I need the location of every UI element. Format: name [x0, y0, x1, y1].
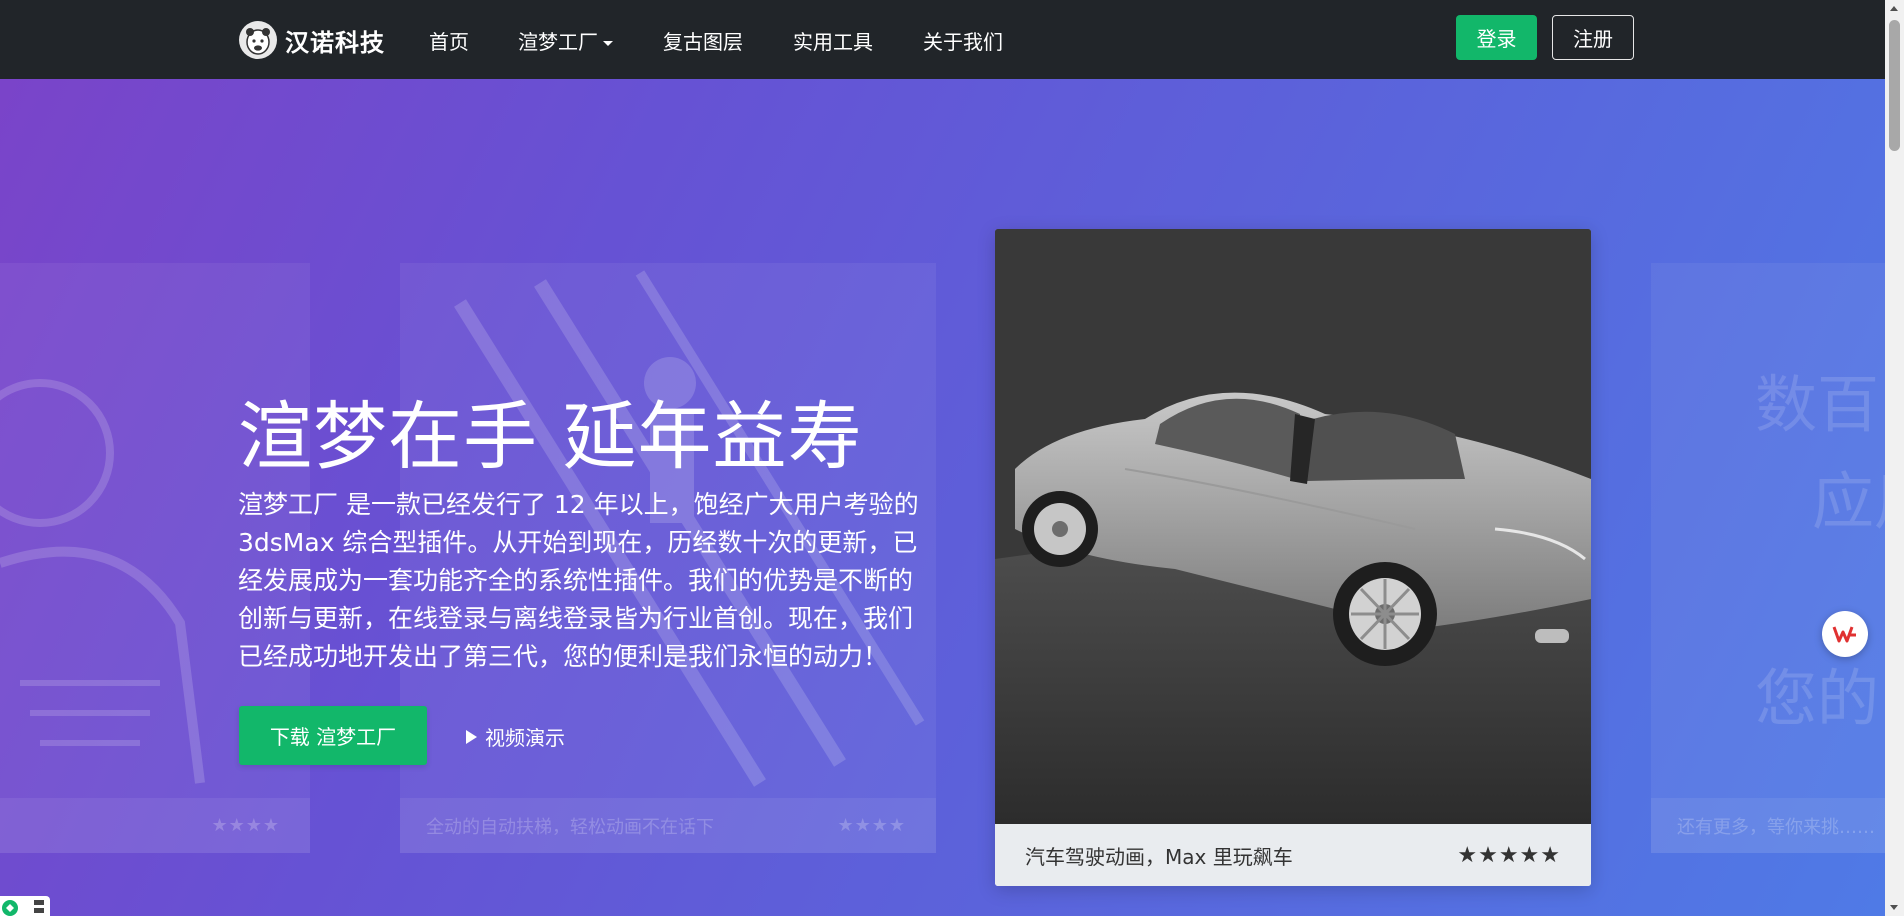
showcase-card[interactable]: 汽车驾驶动画，Max 里玩飙车 ★★★★★ [995, 229, 1591, 886]
background-card-left-caption: ★★★★ [0, 798, 310, 853]
background-card-middle-caption-text: 全动的自动扶梯，轻松动画不在话下 [426, 816, 714, 838]
showcase-caption: 汽车驾驶动画，Max 里玩飙车 [1025, 844, 1293, 869]
background-card-right-caption: 还有更多，等你来挑…… [1651, 798, 1885, 853]
caret-down-icon [603, 41, 613, 46]
nav-link-render-factory[interactable]: 渲梦工厂 [518, 26, 613, 55]
corner-widget[interactable] [0, 896, 50, 916]
hero-title: 渲梦在手 延年益寿 [238, 394, 863, 480]
brand-logo-icon [239, 21, 277, 59]
register-button[interactable]: 注册 [1552, 15, 1634, 60]
background-card-right-text-1: 数百 [1755, 368, 1880, 441]
background-card-right [1651, 263, 1885, 853]
car-render-image [995, 229, 1591, 824]
hero-section: ★★★★ 全动的自动扶梯，轻松动画不在话下 ★★★★ 数百 应用 您的 还有更多… [0, 79, 1885, 916]
wps-logo-icon [1832, 626, 1856, 643]
showcase-footer: 汽车驾驶动画，Max 里玩飙车 ★★★★★ [995, 824, 1591, 886]
corner-widget-icon [2, 900, 44, 916]
showcase-image [995, 229, 1591, 824]
background-card-right-caption-text: 还有更多，等你来挑…… [1677, 816, 1875, 838]
play-icon [466, 729, 477, 744]
video-demo-link[interactable]: 视频演示 [466, 722, 565, 751]
nav-link-render-factory-label: 渲梦工厂 [518, 30, 598, 54]
nav-link-tools[interactable]: 实用工具 [793, 26, 873, 55]
video-demo-label: 视频演示 [485, 726, 565, 750]
nav-link-retro-layers[interactable]: 复古图层 [663, 26, 743, 55]
background-card-left-stars: ★★★★ [211, 815, 280, 836]
brand-name: 汉诺科技 [285, 28, 385, 57]
page-scrollbar[interactable] [1885, 0, 1904, 916]
background-card-middle-stars: ★★★★ [837, 815, 906, 836]
background-card-right-text-2: 应用 [1812, 465, 1885, 538]
scroll-up-arrow-icon[interactable] [1890, 6, 1898, 11]
scroll-down-arrow-icon[interactable] [1890, 905, 1898, 910]
scrollbar-thumb[interactable] [1889, 20, 1900, 151]
login-button[interactable]: 登录 [1456, 15, 1537, 60]
nav-link-home[interactable]: 首页 [429, 26, 469, 55]
top-navbar: 汉诺科技 首页 渲梦工厂 复古图层 实用工具 关于我们 登录 注册 [0, 0, 1885, 79]
background-card-right-text-3: 您的 [1755, 662, 1880, 735]
brand-link[interactable]: 汉诺科技 [239, 20, 385, 60]
hero-description: 渲梦工厂 是一款已经发行了 12 年以上，饱经广大用户考验的 3dsMax 综合… [238, 490, 919, 671]
showcase-rating-stars: ★★★★★ [1457, 842, 1561, 868]
nav-link-about[interactable]: 关于我们 [923, 26, 1003, 55]
background-card-middle-caption: 全动的自动扶梯，轻松动画不在话下 ★★★★ [400, 798, 936, 853]
wps-floating-button[interactable] [1822, 611, 1868, 657]
download-button[interactable]: 下载 渲梦工厂 [239, 706, 427, 765]
